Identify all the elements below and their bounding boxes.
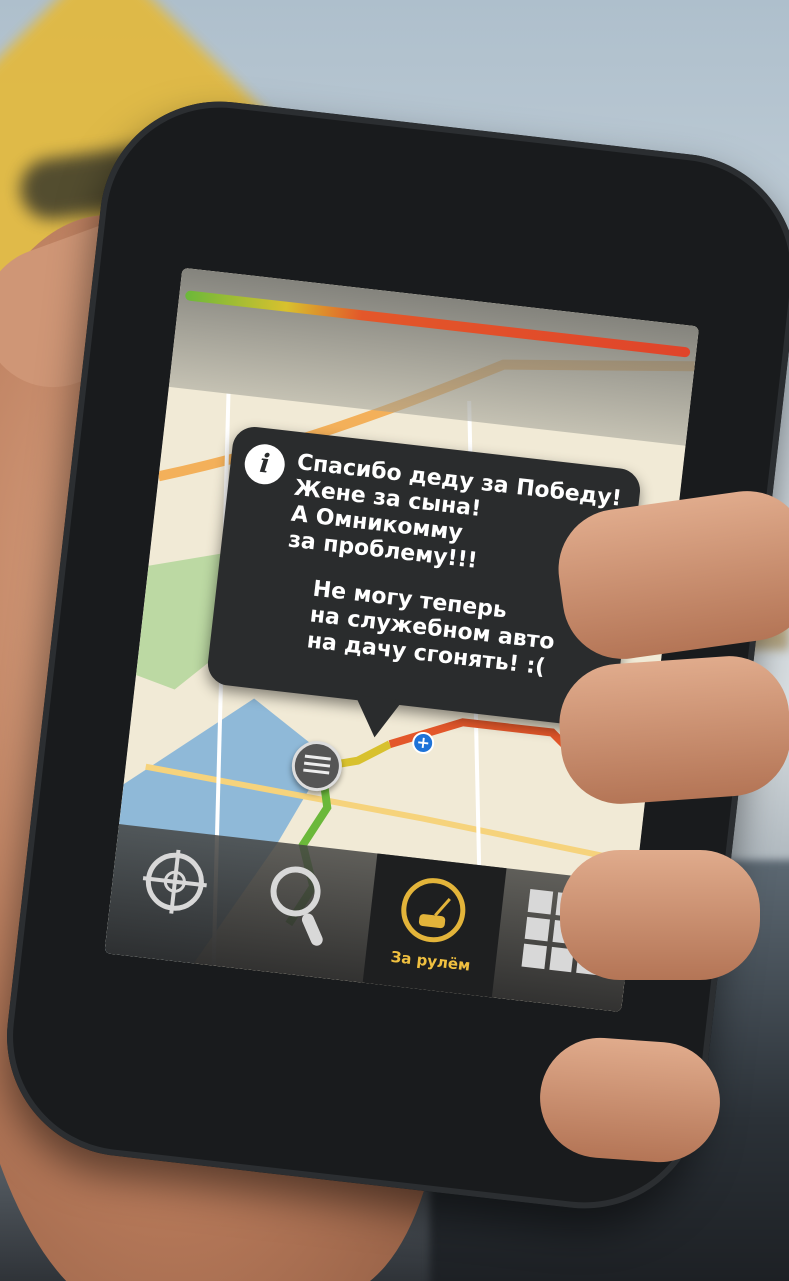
driving-mode-label: За рулём [389, 947, 472, 975]
driving-mode-button[interactable]: За рулём [362, 853, 507, 998]
finger [555, 652, 789, 808]
locate-icon [142, 849, 207, 914]
bubble-tail [350, 694, 403, 741]
search-button[interactable] [233, 839, 377, 983]
search-icon-handle [300, 911, 325, 948]
finger [560, 850, 760, 980]
locate-button[interactable] [104, 824, 248, 968]
info-icon: i [242, 442, 287, 487]
finger [536, 1033, 724, 1167]
speedometer-icon [397, 874, 469, 946]
search-icon [267, 863, 324, 920]
